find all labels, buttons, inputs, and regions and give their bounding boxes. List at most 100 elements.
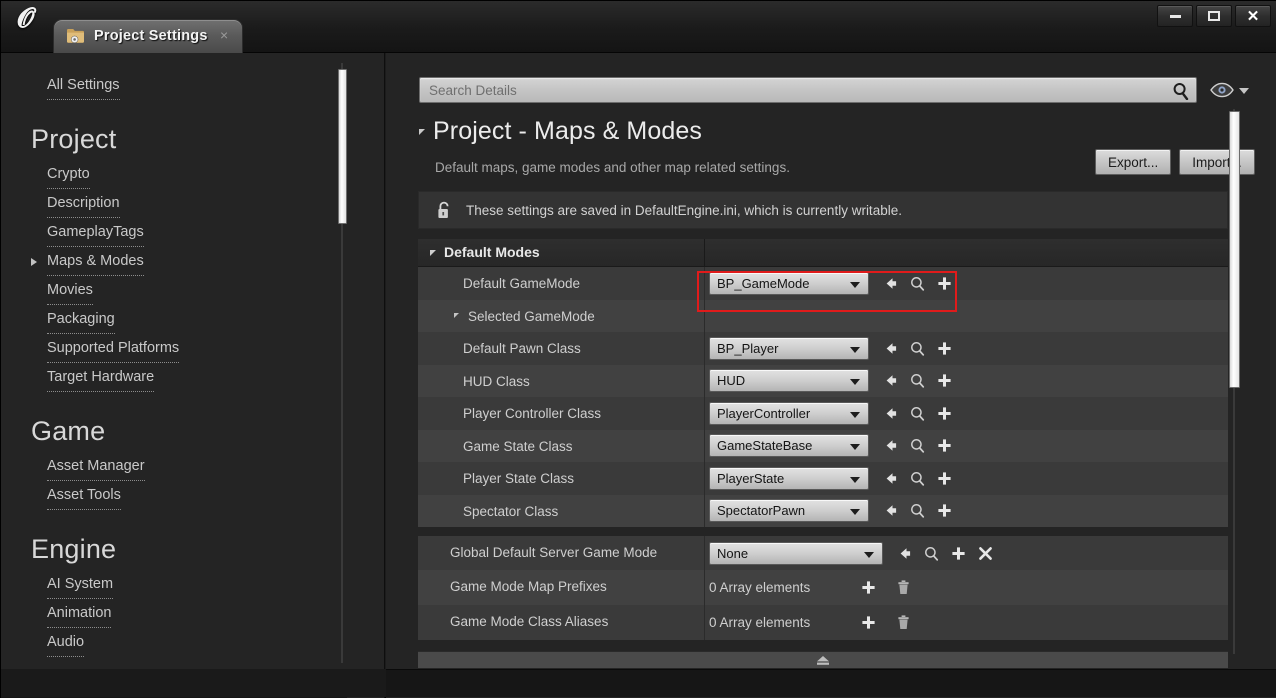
sidebar-item-description[interactable]: Description (47, 189, 120, 218)
dropdown-value: BP_Player (717, 340, 779, 356)
value-cell: BP_GameMode (709, 267, 953, 300)
project-settings-window: 𝓞 Project Settings × ✕ All Settings Proj… (0, 0, 1276, 698)
reset-arrow-icon[interactable] (882, 437, 899, 454)
chevron-down-icon (850, 379, 860, 386)
details-table: Default Modes Default GameMode BP_GameMo… (418, 239, 1228, 640)
clear-x-icon[interactable] (977, 545, 994, 562)
add-plus-icon[interactable] (936, 470, 953, 487)
export-button[interactable]: Export... (1095, 149, 1172, 175)
collapse-triangle-icon[interactable] (430, 250, 436, 256)
add-plus-icon[interactable] (936, 275, 953, 292)
search-input[interactable]: Search Details (419, 77, 1197, 103)
table-row[interactable]: Player Controller Class PlayerController (418, 397, 1228, 430)
eye-icon[interactable] (1209, 81, 1235, 99)
chevron-down-icon[interactable] (1239, 88, 1249, 94)
table-row[interactable]: Game Mode Class Aliases 0 Array elements (418, 605, 1228, 640)
add-plus-icon[interactable] (936, 437, 953, 454)
column-divider (704, 364, 705, 397)
default-gamemode-dropdown[interactable]: BP_GameMode (709, 271, 869, 295)
sidebar-item-ai-system[interactable]: AI System (47, 570, 114, 599)
browse-magnifier-icon[interactable] (909, 437, 926, 454)
add-plus-icon[interactable] (936, 502, 953, 519)
details-scrollbar-thumb[interactable] (1229, 111, 1240, 388)
reset-arrow-icon[interactable] (882, 502, 899, 519)
sidebar-item-asset-manager[interactable]: Asset Manager (47, 452, 145, 481)
delete-trash-icon[interactable] (895, 614, 912, 631)
player-controller-class-dropdown[interactable]: PlayerController (709, 401, 869, 425)
sidebar-item-supported-platforms[interactable]: Supported Platforms (47, 334, 180, 363)
sidebar-scrollbar-thumb[interactable] (338, 69, 347, 224)
browse-magnifier-icon[interactable] (909, 275, 926, 292)
collapse-details-bar[interactable] (418, 651, 1228, 668)
reset-arrow-icon[interactable] (896, 545, 913, 562)
delete-trash-icon[interactable] (895, 579, 912, 596)
close-button[interactable]: ✕ (1235, 5, 1271, 27)
property-label: Game State Class (463, 438, 573, 454)
table-row[interactable]: Default Pawn Class BP_Player (418, 332, 1228, 365)
minimize-button[interactable] (1157, 5, 1193, 27)
eject-collapse-icon[interactable] (812, 654, 834, 666)
sidebar-item-asset-tools[interactable]: Asset Tools (47, 481, 121, 510)
chevron-right-icon[interactable] (31, 258, 37, 266)
add-plus-icon[interactable] (860, 614, 877, 631)
sidebar-item-target-hardware[interactable]: Target Hardware (47, 363, 155, 392)
column-divider (704, 536, 705, 570)
default-pawn-class-dropdown[interactable]: BP_Player (709, 336, 869, 360)
table-row[interactable]: Player State Class PlayerState (418, 462, 1228, 495)
reset-arrow-icon[interactable] (882, 405, 899, 422)
game-state-class-dropdown[interactable]: GameStateBase (709, 434, 869, 458)
section-divider (418, 527, 1228, 536)
sidebar-item-maps-and-modes[interactable]: Maps & Modes (47, 247, 144, 276)
property-label: Player State Class (463, 471, 575, 486)
row-action-icons (860, 614, 912, 631)
player-state-class-dropdown[interactable]: PlayerState (709, 466, 869, 490)
table-row[interactable]: Spectator Class SpectatorPawn (418, 494, 1228, 527)
add-plus-icon[interactable] (860, 579, 877, 596)
collapse-triangle-icon[interactable] (419, 129, 425, 135)
table-row[interactable]: Default GameMode BP_GameMode (418, 267, 1228, 300)
collapse-triangle-icon[interactable] (454, 312, 459, 318)
table-row[interactable]: Game State Class GameStateBase (418, 429, 1228, 462)
tab-close-icon[interactable]: × (217, 28, 232, 43)
add-plus-icon[interactable] (936, 340, 953, 357)
value-cell: None (709, 536, 994, 570)
add-plus-icon[interactable] (936, 405, 953, 422)
browse-magnifier-icon[interactable] (909, 340, 926, 357)
column-divider (704, 462, 705, 495)
add-plus-icon[interactable] (950, 545, 967, 562)
browse-magnifier-icon[interactable] (909, 405, 926, 422)
sidebar-item-gameplaytags[interactable]: GameplayTags (47, 218, 144, 247)
search-icon[interactable] (1172, 82, 1190, 100)
spectator-class-dropdown[interactable]: SpectatorPawn (709, 499, 869, 523)
category-header-default-modes[interactable]: Default Modes (418, 239, 1228, 267)
reset-arrow-icon[interactable] (882, 340, 899, 357)
sidebar-item-movies[interactable]: Movies (47, 276, 93, 305)
tab-project-settings[interactable]: Project Settings × (53, 19, 243, 53)
settings-sidebar[interactable]: All Settings Project Crypto Description … (1, 53, 385, 698)
reset-arrow-icon[interactable] (882, 372, 899, 389)
sidebar-item-all-settings[interactable]: All Settings (47, 71, 120, 100)
import-button[interactable]: Import... (1179, 149, 1255, 175)
chevron-down-icon (864, 551, 874, 558)
table-row[interactable]: Game Mode Map Prefixes 0 Array elements (418, 570, 1228, 605)
sidebar-item-crypto[interactable]: Crypto (47, 160, 90, 189)
table-row[interactable]: Selected GameMode (418, 299, 1228, 332)
table-row[interactable]: Global Default Server Game Mode None (418, 536, 1228, 570)
add-plus-icon[interactable] (936, 372, 953, 389)
maximize-button[interactable] (1196, 5, 1232, 27)
hud-class-dropdown[interactable]: HUD (709, 369, 869, 393)
value-cell: 0 Array elements (709, 605, 912, 640)
reset-arrow-icon[interactable] (882, 275, 899, 292)
row-action-icons (882, 405, 953, 422)
column-divider (704, 605, 705, 640)
reset-arrow-icon[interactable] (882, 470, 899, 487)
sidebar-item-packaging[interactable]: Packaging (47, 305, 115, 334)
sidebar-item-audio[interactable]: Audio (47, 628, 85, 657)
browse-magnifier-icon[interactable] (909, 470, 926, 487)
table-row[interactable]: HUD Class HUD (418, 364, 1228, 397)
browse-magnifier-icon[interactable] (923, 545, 940, 562)
sidebar-item-animation[interactable]: Animation (47, 599, 112, 628)
browse-magnifier-icon[interactable] (909, 502, 926, 519)
global-default-server-game-mode-dropdown[interactable]: None (709, 541, 883, 565)
browse-magnifier-icon[interactable] (909, 372, 926, 389)
